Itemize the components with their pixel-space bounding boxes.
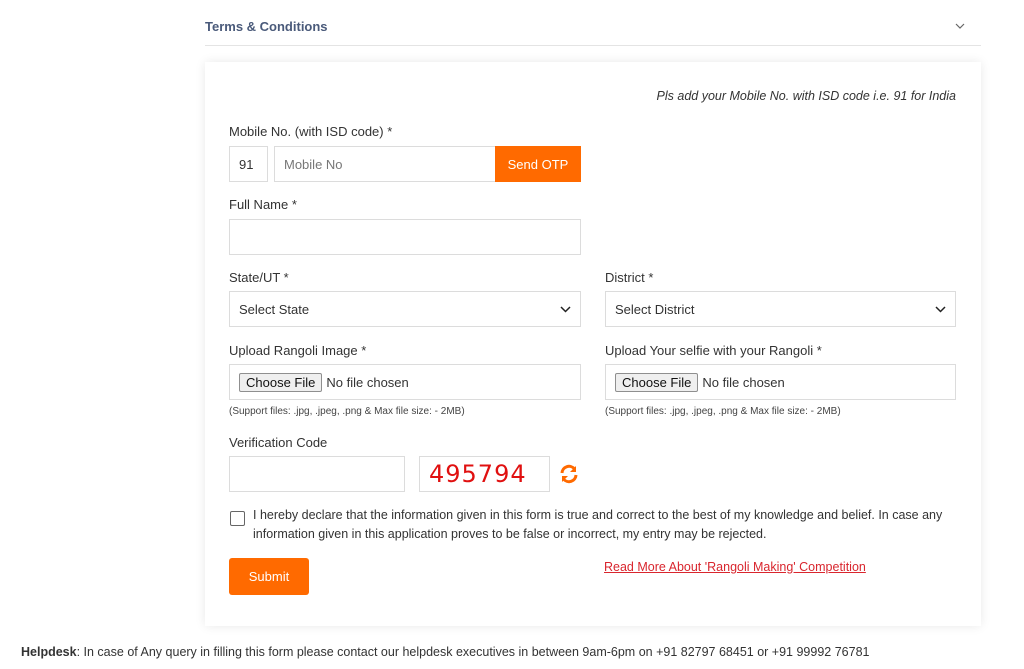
read-more-link[interactable]: Read More About 'Rangoli Making' Competi…: [604, 560, 866, 574]
declaration-checkbox[interactable]: [230, 511, 245, 526]
helpdesk-text: : In case of Any query in filling this f…: [76, 645, 870, 659]
upload-rangoli-support: (Support files: .jpg, .jpeg, .png & Max …: [229, 406, 465, 417]
declaration-text: I hereby declare that the information gi…: [253, 508, 943, 541]
terms-accordion-title: Terms & Conditions: [205, 19, 328, 34]
choose-file-button[interactable]: Choose File: [615, 372, 699, 392]
file-status: No file chosen: [702, 374, 785, 390]
chevron-down-icon: [934, 303, 946, 315]
captcha-text: 495794: [429, 460, 527, 488]
verification-code-input[interactable]: [229, 456, 405, 492]
mobile-hint: Pls add your Mobile No. with ISD code i.…: [656, 89, 956, 103]
helpdesk-label: Helpdesk: [21, 645, 77, 659]
verification-label: Verification Code: [229, 435, 328, 450]
upload-rangoli-input[interactable]: Choose File No file chosen: [229, 364, 581, 400]
send-otp-button[interactable]: Send OTP: [495, 146, 581, 182]
state-label: State/UT *: [229, 270, 289, 285]
upload-selfie-input[interactable]: Choose File No file chosen: [605, 364, 956, 400]
full-name-input[interactable]: [229, 219, 581, 255]
upload-selfie-label: Upload Your selfie with your Rangoli *: [605, 343, 822, 358]
upload-selfie-support: (Support files: .jpg, .jpeg, .png & Max …: [605, 406, 841, 417]
registration-form: Pls add your Mobile No. with ISD code i.…: [205, 62, 981, 626]
isd-code-input[interactable]: 91: [229, 146, 268, 182]
file-status: No file chosen: [326, 374, 409, 390]
mobile-label: Mobile No. (with ISD code) *: [229, 124, 393, 139]
mobile-number-placeholder: Mobile No: [284, 156, 343, 172]
submit-button[interactable]: Submit: [229, 558, 309, 595]
refresh-icon[interactable]: [558, 463, 580, 485]
terms-accordion-header[interactable]: Terms & Conditions: [205, 8, 981, 46]
district-label: District *: [605, 270, 654, 285]
state-select[interactable]: Select State: [229, 291, 581, 327]
choose-file-button[interactable]: Choose File: [239, 372, 323, 392]
district-selected: Select District: [615, 301, 695, 317]
isd-code-value: 91: [239, 156, 254, 172]
chevron-down-icon: [559, 303, 571, 315]
captcha-image: 495794: [419, 456, 550, 492]
helpdesk-info: Helpdesk: In case of Any query in fillin…: [21, 645, 869, 659]
upload-rangoli-label: Upload Rangoli Image *: [229, 343, 367, 358]
chevron-down-icon[interactable]: [953, 20, 967, 34]
district-select[interactable]: Select District: [605, 291, 956, 327]
state-selected: Select State: [239, 301, 310, 317]
full-name-label: Full Name *: [229, 197, 297, 212]
mobile-number-input[interactable]: Mobile No: [274, 146, 496, 182]
